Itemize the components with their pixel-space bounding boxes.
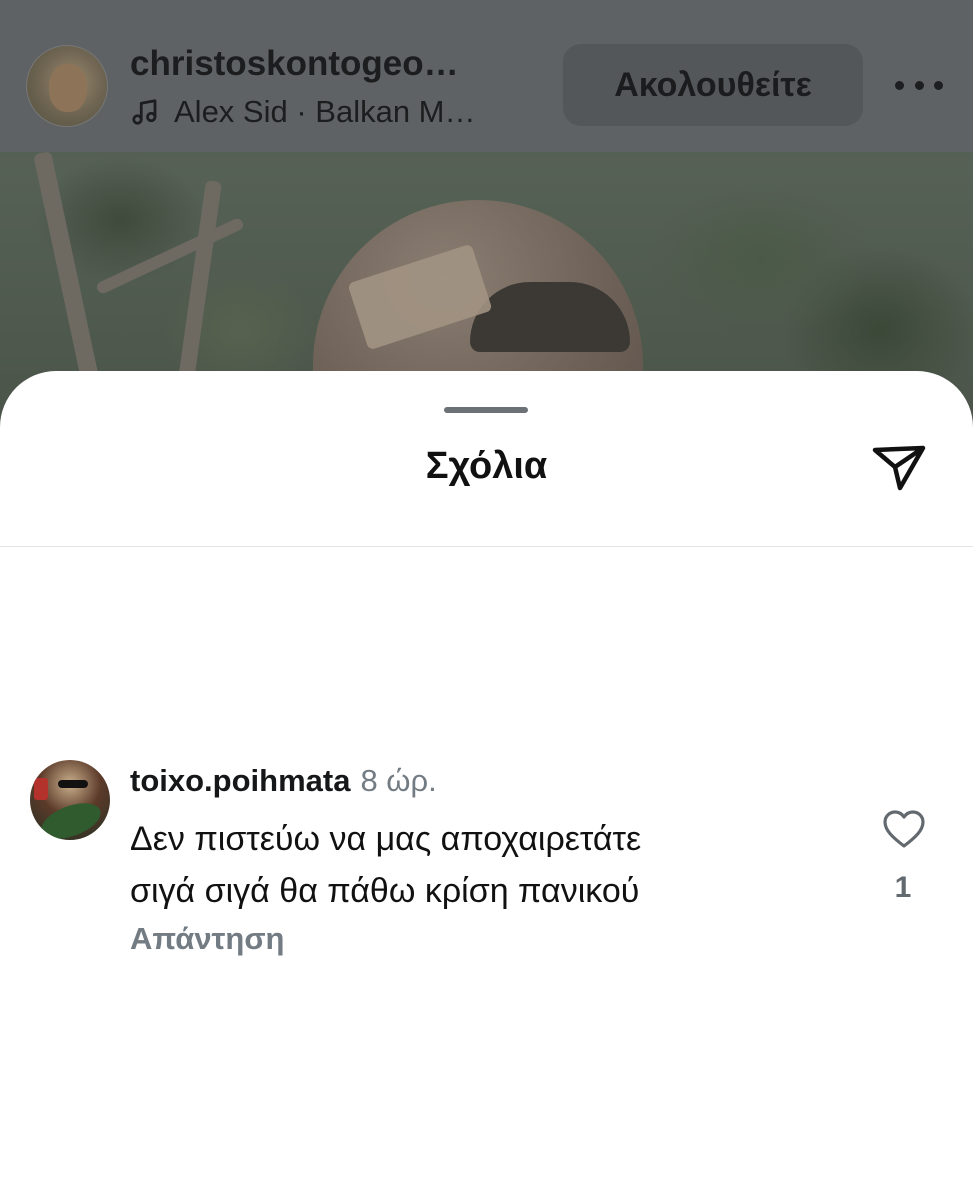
- send-icon[interactable]: [870, 440, 928, 496]
- author-username[interactable]: christoskontogeo…: [130, 44, 459, 84]
- reel-header: christoskontogeo… Alex Sid · Balkan M… Α…: [0, 0, 973, 152]
- comment-header: toixo.poihmata 8 ώρ.: [130, 763, 437, 799]
- music-label: Alex Sid · Balkan M…: [174, 94, 476, 129]
- author-avatar[interactable]: [26, 45, 108, 127]
- sheet-divider: [0, 546, 973, 547]
- more-options-icon[interactable]: [895, 70, 943, 100]
- dot: [934, 80, 943, 90]
- comment-line: σιγά σιγά θα πάθω κρίση πανικού: [130, 872, 640, 910]
- comments-sheet: Σχόλια toixo.poihmata 8 ώρ. Δεν πιστεύω ν…: [0, 371, 973, 1200]
- avatar-can: [34, 778, 48, 800]
- sheet-drag-handle[interactable]: [444, 407, 528, 413]
- heart-icon[interactable]: [882, 809, 926, 849]
- commenter-avatar[interactable]: [30, 760, 110, 840]
- following-button[interactable]: Ακολουθείτε: [563, 44, 863, 126]
- tree-branch: [94, 216, 246, 296]
- commenter-username[interactable]: toixo.poihmata: [130, 763, 350, 798]
- like-count: 1: [894, 871, 912, 904]
- comment-line: Δεν πιστεύω να μας αποχαιρετάτε: [130, 820, 642, 858]
- avatar-glasses: [58, 780, 88, 788]
- dot: [914, 80, 924, 90]
- sheet-title: Σχόλια: [425, 445, 548, 487]
- music-note-icon: [132, 99, 157, 125]
- comment-timestamp: 8 ώρ.: [360, 763, 437, 798]
- avatar-leaf: [36, 796, 106, 840]
- avatar-face: [49, 64, 87, 112]
- dot: [895, 80, 904, 90]
- music-info[interactable]: Alex Sid · Balkan M…: [130, 94, 476, 130]
- comment-text: Δεν πιστεύω να μας αποχαιρετάτε σιγά σιγ…: [130, 813, 830, 917]
- reply-button[interactable]: Απάντηση: [130, 921, 284, 957]
